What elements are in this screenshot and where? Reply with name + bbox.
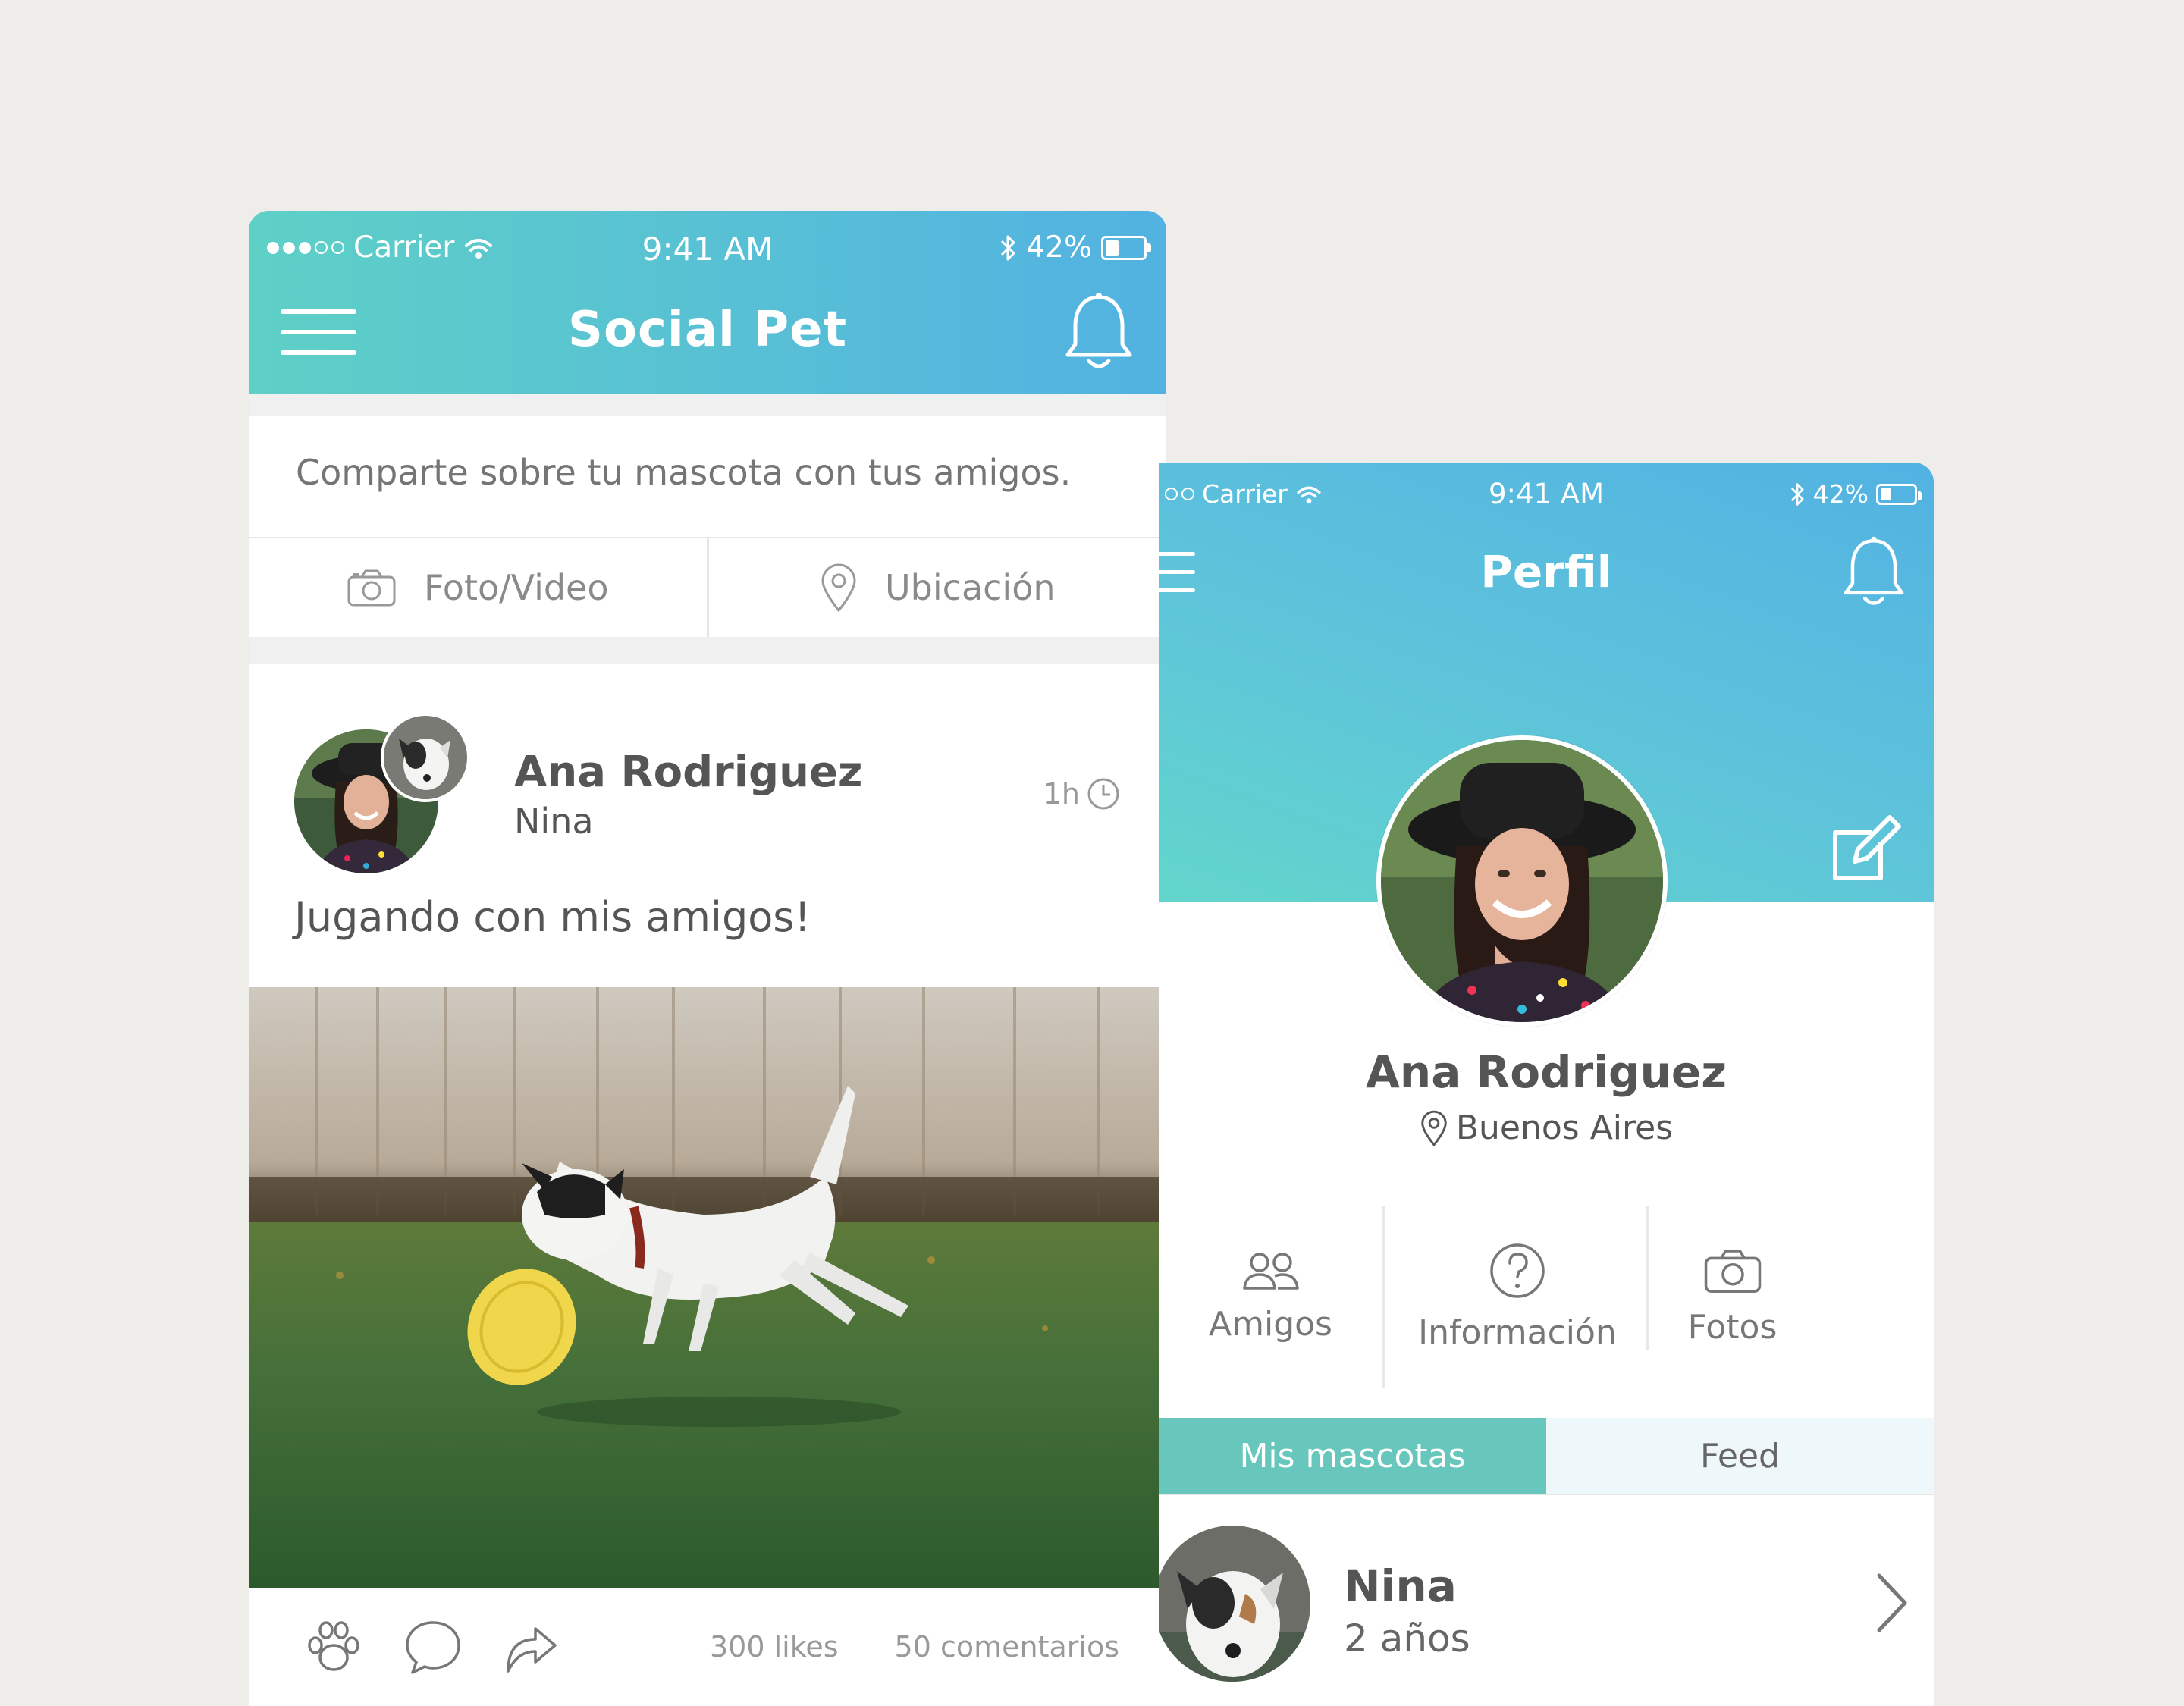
pet-avatar[interactable]	[381, 713, 470, 802]
composer-actions: Foto/Video Ubicación	[249, 538, 1166, 637]
chevron-right-icon[interactable]	[1873, 1571, 1911, 1635]
likes-count[interactable]: 300 likes	[710, 1630, 839, 1664]
carrier-label: Carrier	[1202, 479, 1288, 509]
camera-icon	[347, 569, 396, 607]
screen-title: Perfil	[1480, 546, 1612, 597]
photos-label: Fotos	[1687, 1307, 1778, 1347]
post-time: 1h	[1043, 776, 1121, 811]
profile-tabs: Mis mascotas Feed	[1159, 1418, 1934, 1509]
profile-name: Ana Rodriguez	[1366, 1046, 1727, 1098]
post-text: Jugando con mis amigos!	[294, 893, 811, 941]
profile-avatar[interactable]	[1376, 735, 1668, 1027]
photos-button[interactable]: Fotos	[1589, 1206, 1875, 1388]
location-label: Ubicación	[885, 567, 1056, 608]
info-label: Información	[1418, 1312, 1617, 1352]
clock-icon	[1087, 778, 1119, 810]
comment-icon[interactable]	[403, 1618, 463, 1676]
bell-icon[interactable]	[1843, 535, 1905, 607]
share-icon[interactable]	[502, 1618, 560, 1676]
battery-icon	[1876, 483, 1922, 505]
location-button[interactable]: Ubicación	[706, 538, 1167, 637]
pet-avatar	[1159, 1526, 1310, 1682]
post-pet-name[interactable]: Nina	[514, 801, 594, 842]
battery-percent: 42%	[1812, 479, 1869, 509]
photo-video-button[interactable]: Foto/Video	[249, 538, 707, 637]
profile-location: Buenos Aires	[1159, 1109, 1934, 1147]
camera-icon	[1704, 1249, 1761, 1293]
bell-icon[interactable]	[1065, 291, 1133, 370]
menu-divider	[1646, 1206, 1649, 1350]
friends-button[interactable]: Amigos	[1159, 1206, 1382, 1388]
wifi-icon	[465, 238, 493, 259]
post-composer	[249, 416, 1166, 538]
friends-icon	[1242, 1252, 1299, 1290]
paw-like-icon[interactable]	[303, 1618, 364, 1676]
bluetooth-icon	[1790, 482, 1804, 506]
tab-feed[interactable]: Feed	[1546, 1418, 1934, 1494]
post-time-label: 1h	[1043, 777, 1080, 811]
bluetooth-icon	[1001, 235, 1015, 260]
profile-menu: Amigos Información Fotos	[1159, 1206, 1934, 1388]
pet-age: 2 años	[1344, 1617, 1470, 1661]
share-input[interactable]	[296, 452, 1115, 493]
signal-icon	[267, 241, 344, 254]
post-author-name[interactable]: Ana Rodriguez	[514, 748, 863, 797]
post-card: Ana Rodriguez Nina 1h Jugando con mis am…	[249, 664, 1166, 1706]
battery-icon	[1101, 235, 1151, 260]
wifi-icon	[1297, 486, 1321, 503]
app-title: Social Pet	[567, 302, 848, 358]
pet-name: Nina	[1344, 1560, 1457, 1612]
post-footer: 300 likes 50 comentarios	[249, 1588, 1166, 1706]
post-photo[interactable]	[249, 987, 1166, 1588]
location-text: Buenos Aires	[1455, 1109, 1674, 1147]
pet-list-item[interactable]: Nina 2 años	[1159, 1494, 1934, 1706]
info-icon	[1490, 1243, 1545, 1298]
status-bar: Carrier 9:41 AM 42%	[249, 211, 1166, 281]
friends-label: Amigos	[1209, 1304, 1332, 1344]
tab-mis-mascotas[interactable]: Mis mascotas	[1159, 1418, 1546, 1509]
feed-screen: Carrier 9:41 AM 42% Social Pet Comparte …	[249, 211, 1166, 1706]
edit-profile-icon[interactable]	[1828, 811, 1903, 887]
profile-screen: Carrier 9:41 AM 42% Perfil Ana Rodriguez…	[1159, 463, 1934, 1706]
photo-video-label: Foto/Video	[423, 567, 609, 608]
signal-icon	[1165, 488, 1194, 500]
carrier-label: Carrier	[353, 230, 455, 265]
location-pin-icon	[1421, 1110, 1447, 1146]
feed-header: Carrier 9:41 AM 42% Social Pet	[249, 211, 1166, 394]
location-pin-icon	[821, 563, 856, 613]
comments-count[interactable]: 50 comentarios	[895, 1630, 1119, 1664]
status-bar: Carrier 9:41 AM 42%	[1159, 463, 1934, 516]
battery-percent: 42%	[1026, 230, 1092, 265]
